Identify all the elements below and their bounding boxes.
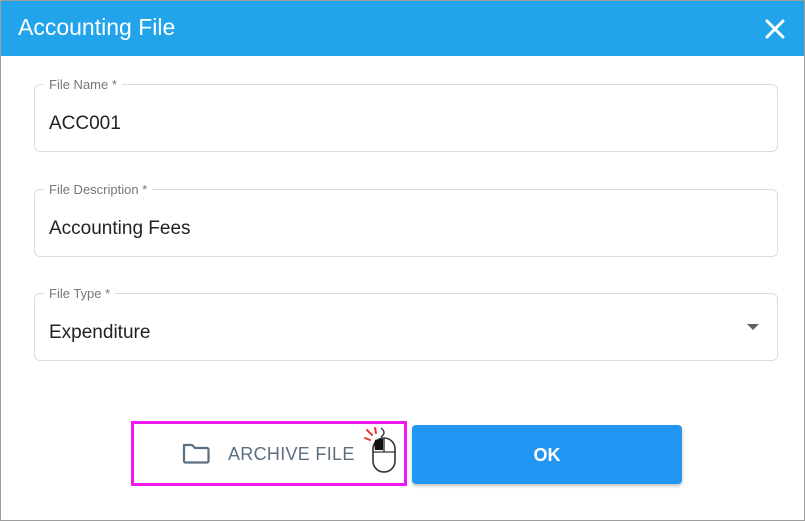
close-icon bbox=[765, 19, 785, 39]
dialog-title: Accounting File bbox=[18, 14, 176, 40]
dropdown-arrow-icon[interactable] bbox=[747, 324, 759, 330]
file-description-value: Accounting Fees bbox=[49, 218, 191, 239]
accounting-file-dialog: Accounting File File Name * ACC001 File … bbox=[0, 0, 805, 521]
mouse-click-icon bbox=[364, 427, 396, 473]
file-name-value: ACC001 bbox=[49, 113, 121, 134]
file-type-value: Expenditure bbox=[49, 322, 151, 343]
dialog-header: Accounting File bbox=[1, 1, 804, 56]
close-button[interactable] bbox=[760, 14, 790, 44]
archive-file-label: ARCHIVE FILE bbox=[228, 444, 355, 464]
ok-label: OK bbox=[533, 444, 561, 465]
ok-button[interactable]: OK bbox=[412, 425, 682, 484]
file-type-label: File Type * bbox=[44, 286, 116, 302]
file-name-label: File Name * bbox=[44, 77, 122, 93]
file-description-field[interactable]: File Description * Accounting Fees bbox=[34, 182, 778, 257]
folder-icon bbox=[182, 443, 210, 464]
file-name-field[interactable]: File Name * ACC001 bbox=[34, 77, 778, 152]
file-type-select[interactable]: File Type * Expenditure bbox=[34, 286, 778, 361]
archive-file-button[interactable]: ARCHIVE FILE bbox=[136, 426, 398, 482]
file-description-label: File Description * bbox=[44, 182, 153, 198]
